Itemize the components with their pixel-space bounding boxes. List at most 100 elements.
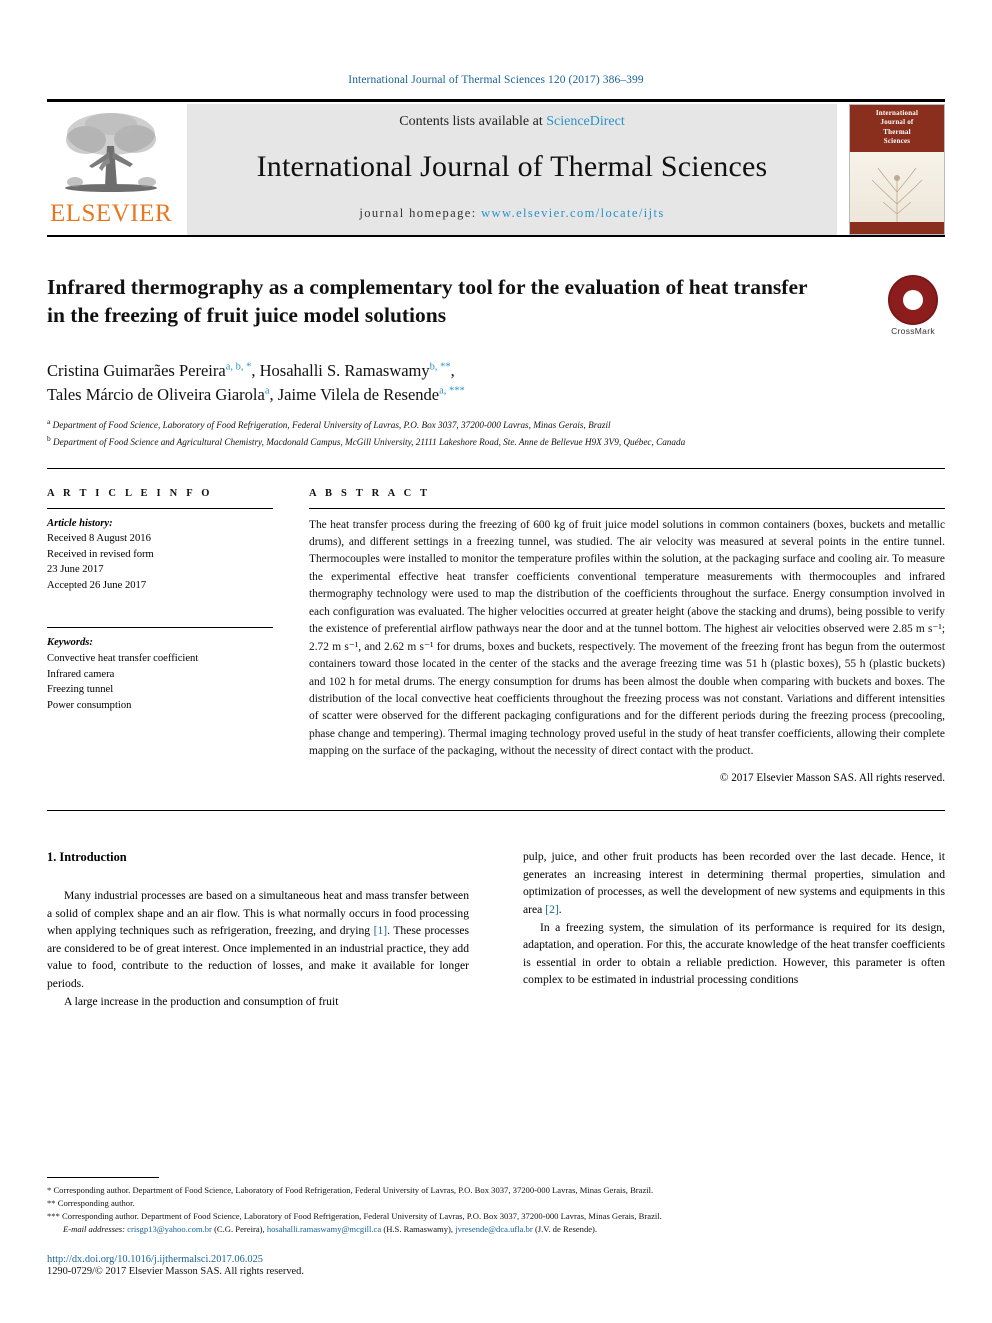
author-line-1: Cristina Guimarães Pereiraa, b, *, Hosah… — [47, 359, 945, 383]
footnote-3: *** Corresponding author. Department of … — [47, 1210, 945, 1223]
footnote-area: * Corresponding author. Department of Fo… — [47, 1176, 945, 1277]
abstract-divider — [309, 507, 945, 509]
footnote-1-mark: * — [47, 1184, 52, 1195]
journal-homepage-line: journal homepage: www.elsevier.com/locat… — [359, 206, 664, 221]
intro-paragraph-1: Many industrial processes are based on a… — [47, 887, 469, 993]
body-columns: 1. Introduction Many industrial processe… — [47, 848, 945, 1010]
keywords-divider — [47, 627, 273, 629]
affiliation-b: b Department of Food Science and Agricul… — [47, 433, 945, 450]
footnote-2-mark: ** — [47, 1197, 56, 1208]
abstract-text: The heat transfer process during the fre… — [309, 518, 945, 758]
article-history-label: Article history: — [47, 517, 113, 529]
keywords-label: Keywords: — [47, 637, 93, 649]
affiliation-list: a Department of Food Science, Laboratory… — [47, 416, 945, 450]
info-top-divider — [47, 467, 945, 469]
author-name-pereira: Cristina Guimarães Pereira — [47, 361, 226, 380]
author-line-2: Tales Márcio de Oliveira Giarolaa, Jaime… — [47, 383, 945, 407]
footnote-emails: E-mail addresses: crisgp13@yahoo.com.br … — [47, 1223, 945, 1236]
cover-line-3: Thermal — [883, 127, 911, 136]
running-head: International Journal of Thermal Science… — [348, 74, 644, 86]
footnote-1: * Corresponding author. Department of Fo… — [47, 1184, 945, 1197]
body-top-divider — [47, 810, 945, 812]
keyword-item: Power consumption — [47, 699, 132, 711]
citation-ref-1[interactable]: [1] — [374, 924, 388, 937]
contents-prefix: Contents lists available at — [399, 114, 547, 129]
info-abstract-columns: A R T I C L E I N F O Article history: R… — [47, 487, 945, 785]
journal-masthead: ELSEVIER Contents lists available at Sci… — [47, 99, 945, 237]
cover-tree-icon — [871, 167, 923, 226]
elsevier-wordmark: ELSEVIER — [49, 200, 173, 227]
cover-footer-band — [850, 222, 944, 234]
cover-line-4: Sciences — [883, 137, 911, 146]
homepage-label: journal homepage: — [359, 206, 477, 220]
footnote-divider — [47, 1176, 159, 1178]
affiliation-a: a Department of Food Science, Laboratory… — [47, 416, 945, 433]
keyword-item: Freezing tunnel — [47, 684, 114, 696]
author-line-1-tail: , — [450, 361, 455, 380]
article-title: Infrared thermography as a complementary… — [47, 275, 808, 328]
abstract-copyright: © 2017 Elsevier Masson SAS. All rights r… — [719, 772, 945, 785]
article-history: Article history: Received 8 August 2016 … — [47, 516, 273, 594]
affiliation-a-text: Department of Food Science, Laboratory o… — [52, 419, 611, 430]
journal-cover-thumbnail[interactable]: International Journal of Thermal Science… — [849, 104, 945, 235]
title-block: Infrared thermography as a complementary… — [47, 273, 945, 343]
elsevier-logo[interactable]: ELSEVIER — [47, 99, 175, 237]
contents-available-line: Contents lists available at ScienceDirec… — [399, 114, 625, 130]
footnote-2-text: Corresponding author. — [57, 1197, 135, 1208]
intro-p2-part-b: . — [558, 902, 562, 916]
email-link-resende[interactable]: jvresende@dca.ufla.br — [455, 1224, 533, 1234]
intro-paragraph-3: In a freezing system, the simulation of … — [523, 920, 945, 987]
history-line-accepted: Accepted 26 June 2017 — [47, 579, 147, 591]
author-name-giarola: Tales Márcio de Oliveira Giarola — [47, 384, 265, 404]
footnote-3-text: Corresponding author. Department of Food… — [62, 1210, 662, 1221]
abstract-column: A B S T R A C T The heat transfer proces… — [309, 487, 945, 785]
sciencedirect-link[interactable]: ScienceDirect — [546, 114, 625, 129]
cover-line-2: Journal of — [880, 118, 914, 127]
section-number: 1. — [47, 850, 57, 865]
cover-header: International Journal of Thermal Science… — [850, 105, 944, 152]
author-affiliation-marks-resende[interactable]: a, *** — [439, 385, 465, 396]
email-link-pereira[interactable]: crisgp13@yahoo.com.br — [127, 1224, 212, 1234]
author-affiliation-marks-ramaswamy[interactable]: b, ** — [430, 362, 451, 373]
intro-paragraph-2-continued: pulp, juice, and other fruit products ha… — [523, 848, 945, 918]
section-title-text: Introduction — [59, 850, 127, 865]
history-line-received: Received 8 August 2016 — [47, 533, 151, 545]
homepage-url-link[interactable]: www.elsevier.com/locate/ijts — [481, 206, 665, 220]
affiliation-a-mark: a — [47, 416, 51, 426]
issn-copyright-line: 1290-0729/© 2017 Elsevier Masson SAS. Al… — [47, 1266, 304, 1277]
masthead-center-panel: Contents lists available at ScienceDirec… — [187, 104, 837, 235]
keywords-block: Keywords: Convective heat transfer coeff… — [47, 635, 273, 713]
email-owner-resende: (J.V. de Resende). — [534, 1223, 598, 1234]
crossmark-badge[interactable]: CrossMark — [881, 275, 945, 336]
affiliation-b-mark: b — [47, 433, 51, 443]
history-line-revised: Received in revised form — [47, 548, 154, 560]
email-addresses-label: E-mail addresses: — [63, 1223, 125, 1234]
author-name-ramaswamy: , Hosahalli S. Ramaswamy — [251, 361, 430, 380]
affiliation-b-text: Department of Food Science and Agricultu… — [53, 436, 686, 447]
intro-paragraph-2: A large increase in the production and c… — [64, 994, 339, 1008]
keyword-item: Convective heat transfer coefficient — [47, 652, 199, 664]
article-info-divider — [47, 507, 273, 509]
crossmark-icon — [888, 275, 938, 325]
email-owner-pereira: (C.G. Pereira), — [214, 1223, 265, 1234]
article-page: International Journal of Thermal Science… — [0, 0, 992, 1323]
email-link-ramaswamy[interactable]: hosahalli.ramaswamy@mcgill.ca — [267, 1224, 381, 1234]
doi-link[interactable]: http://dx.doi.org/10.1016/j.ijthermalsci… — [47, 1254, 945, 1265]
footnote-1-text: Corresponding author. Department of Food… — [53, 1184, 654, 1195]
author-affiliation-marks-pereira[interactable]: a, b, * — [226, 362, 252, 373]
cover-line-1: International — [875, 109, 919, 117]
masthead-bottom-rule — [47, 235, 945, 237]
footnote-3-mark: *** — [47, 1210, 60, 1221]
history-line-revised-date: 23 June 2017 — [47, 564, 104, 576]
author-list: Cristina Guimarães Pereiraa, b, *, Hosah… — [47, 359, 945, 407]
citation-ref-2[interactable]: [2] — [545, 903, 559, 916]
abstract-heading: A B S T R A C T — [309, 487, 431, 499]
body-column-left: 1. Introduction Many industrial processe… — [47, 848, 469, 1010]
article-info-column: A R T I C L E I N F O Article history: R… — [47, 488, 273, 785]
journal-title: International Journal of Thermal Science… — [256, 150, 768, 183]
footnote-2: ** Corresponding author. — [47, 1197, 945, 1210]
section-heading-introduction: 1. Introduction — [47, 848, 469, 867]
masthead-top-rule — [47, 99, 945, 102]
author-name-resende: , Jaime Vilela de Resende — [269, 384, 440, 404]
body-column-right: pulp, juice, and other fruit products ha… — [523, 848, 945, 1010]
